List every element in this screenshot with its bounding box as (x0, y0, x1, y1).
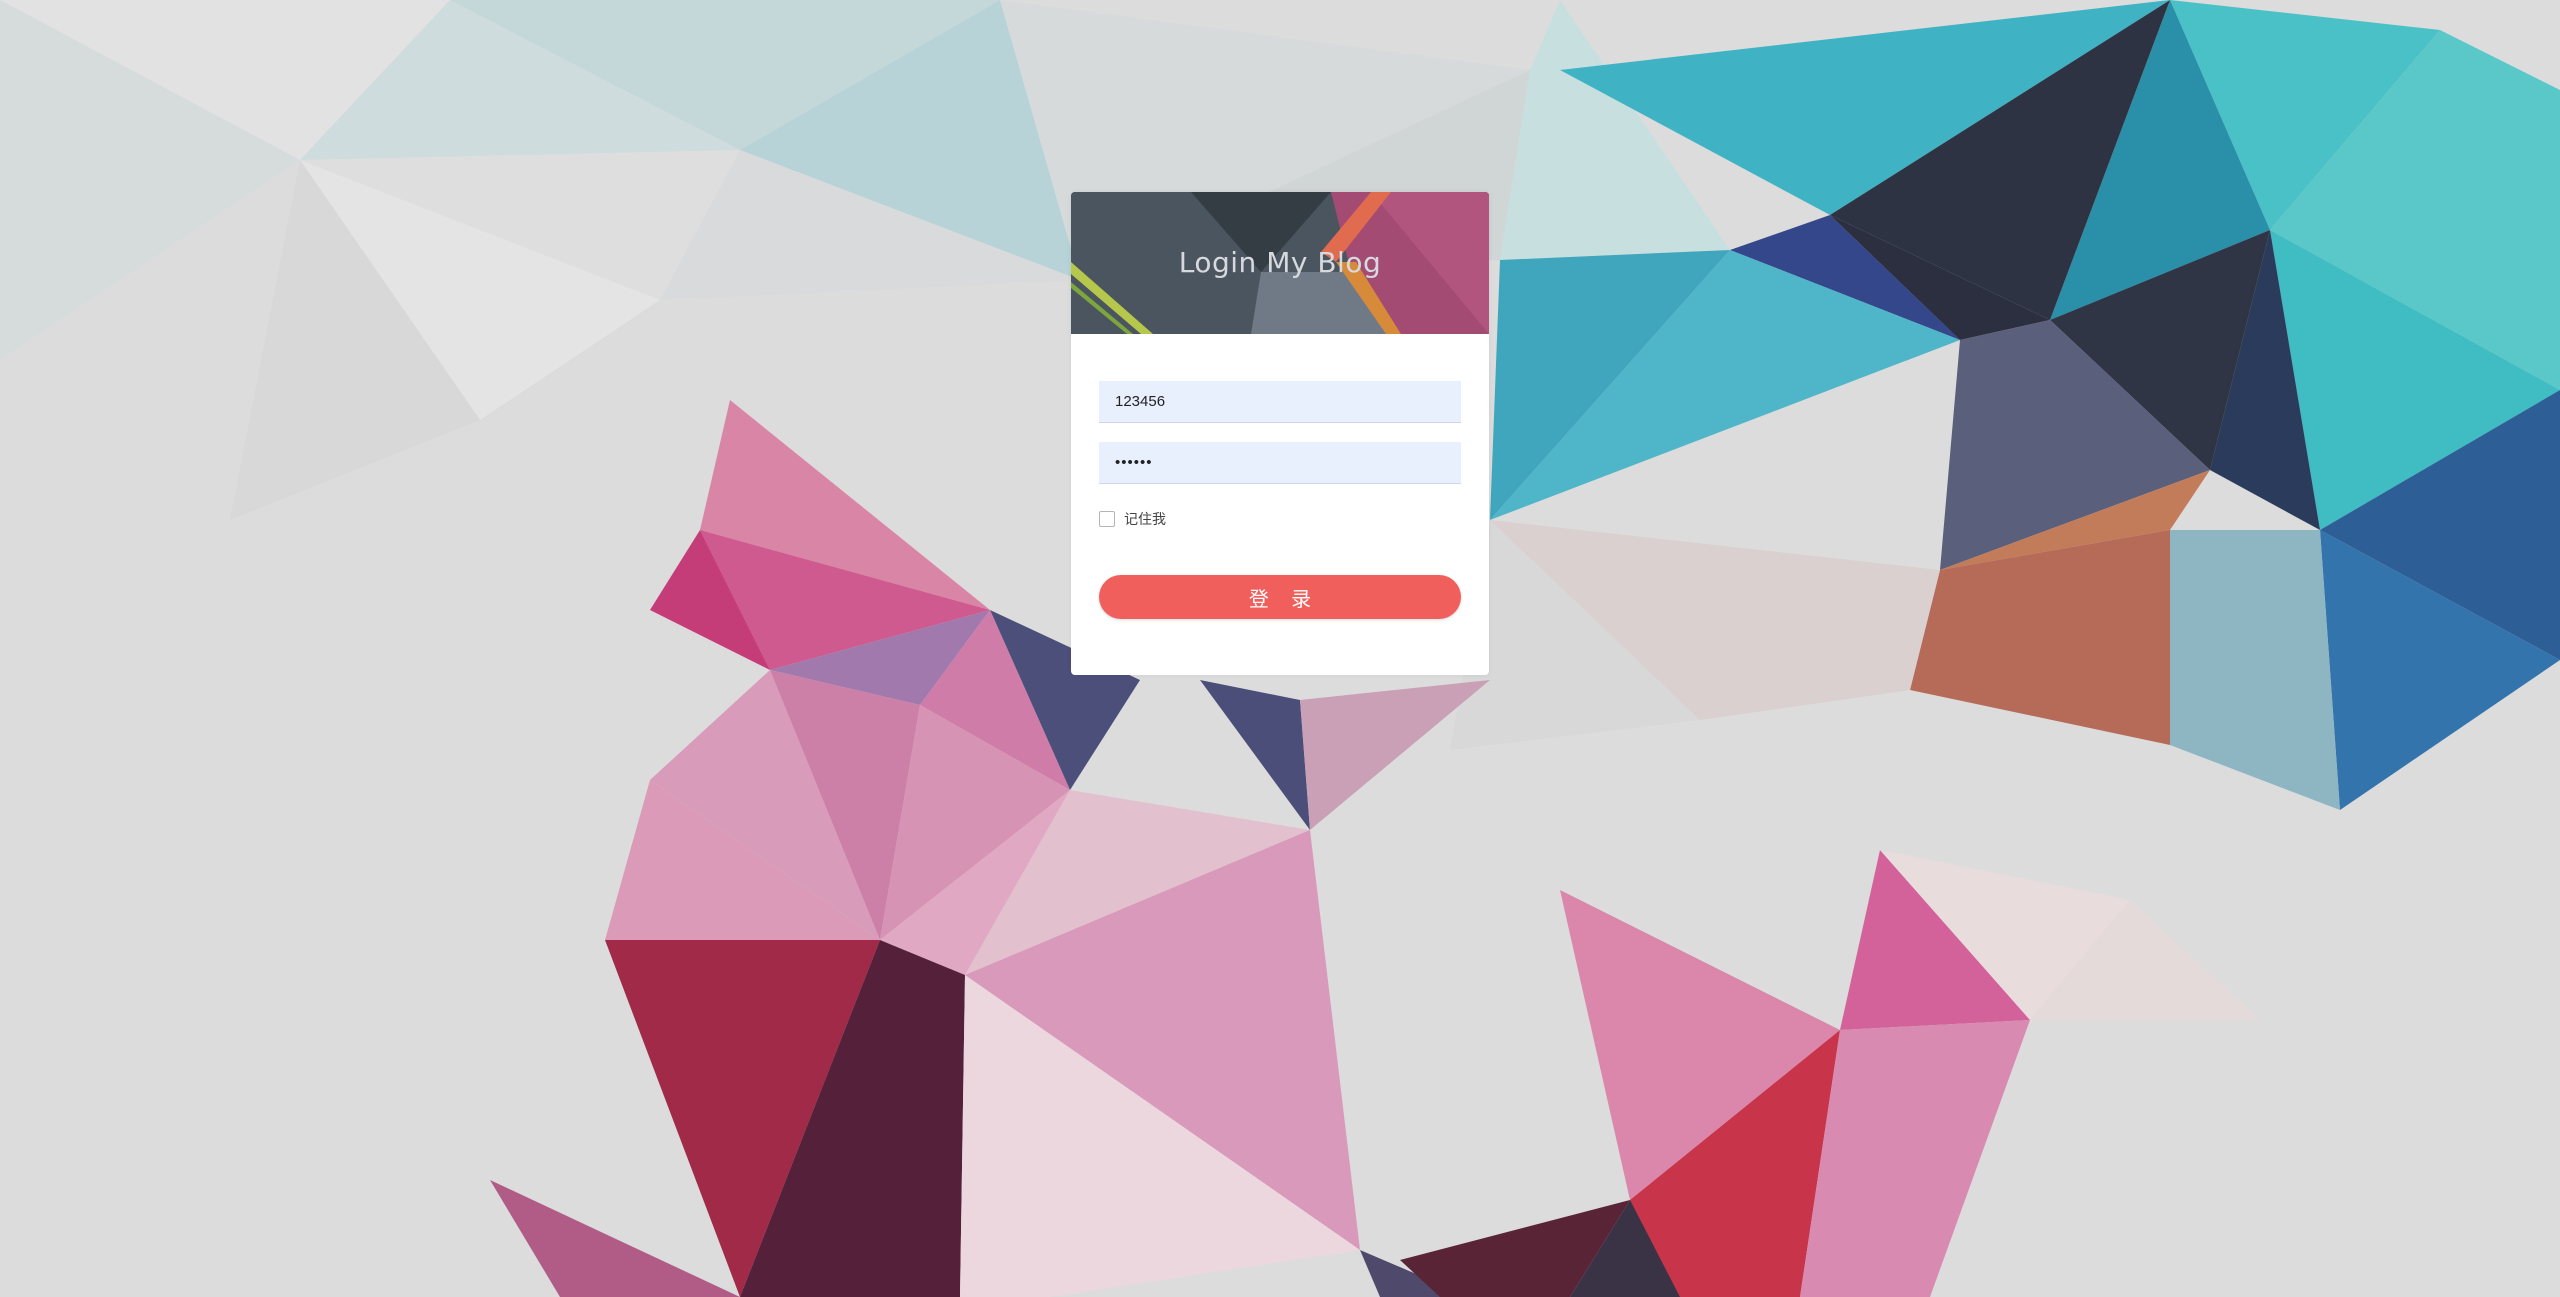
remember-me[interactable]: 记住我 (1099, 509, 1166, 529)
password-input[interactable] (1099, 442, 1461, 484)
login-header: Login My Blog (1071, 192, 1489, 334)
username-input[interactable] (1099, 381, 1461, 423)
login-button[interactable]: 登 录 (1099, 575, 1461, 619)
login-card: Login My Blog 记住我 登 录 (1071, 192, 1489, 675)
remember-me-label: 记住我 (1124, 512, 1166, 528)
checkbox-icon[interactable] (1099, 511, 1115, 527)
login-title: Login My Blog (1178, 246, 1382, 279)
